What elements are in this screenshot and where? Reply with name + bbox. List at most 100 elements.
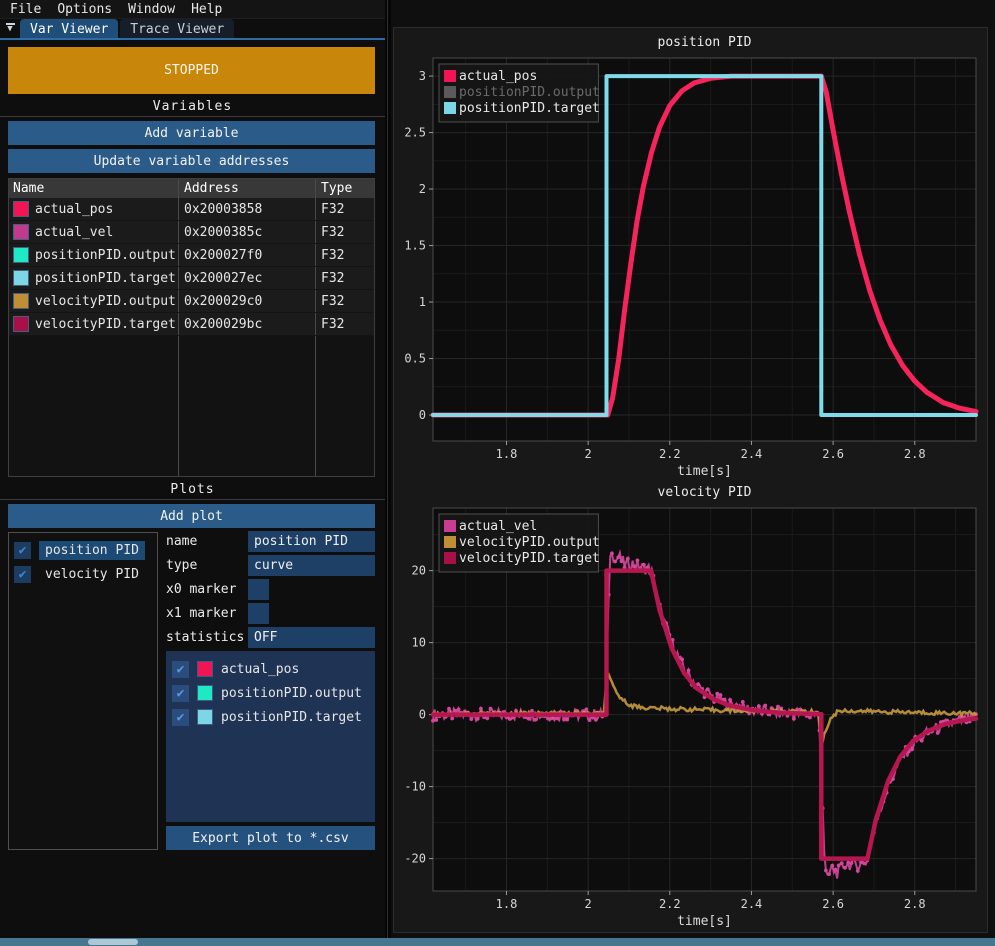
plot-list-item[interactable]: ✔ position PID bbox=[9, 538, 157, 562]
add-plot-button[interactable]: Add plot bbox=[8, 504, 375, 528]
column-header-name[interactable]: Name bbox=[9, 179, 179, 198]
update-variable-addresses-button[interactable]: Update variable addresses bbox=[8, 149, 375, 173]
svg-text:0.5: 0.5 bbox=[404, 352, 426, 366]
menu-file[interactable]: File bbox=[10, 2, 41, 17]
table-row[interactable]: actual_pos 0x20003858 F32 bbox=[9, 198, 374, 221]
svg-text:positionPID.output: positionPID.output bbox=[459, 85, 600, 100]
legend-item-velocityPID.target[interactable]: velocityPID.target bbox=[444, 551, 600, 566]
menu-help[interactable]: Help bbox=[191, 2, 222, 17]
table-row[interactable]: actual_vel 0x2000385c F32 bbox=[9, 221, 374, 244]
plot-visible-checkbox[interactable]: ✔ bbox=[14, 566, 31, 583]
tab-var-viewer[interactable]: Var Viewer bbox=[20, 19, 118, 39]
variable-color-swatch[interactable] bbox=[13, 270, 29, 286]
plot-type-select[interactable]: curve bbox=[248, 555, 375, 576]
variable-type: F32 bbox=[321, 248, 344, 263]
plot-visible-checkbox[interactable]: ✔ bbox=[14, 542, 31, 559]
svg-text:actual_vel: actual_vel bbox=[459, 519, 537, 534]
svg-text:1.5: 1.5 bbox=[404, 239, 426, 253]
svg-text:2.2: 2.2 bbox=[659, 897, 681, 911]
variable-color-swatch[interactable] bbox=[13, 201, 29, 217]
svg-text:2.6: 2.6 bbox=[822, 447, 844, 461]
svg-text:20: 20 bbox=[412, 564, 426, 578]
table-row[interactable]: velocityPID.target 0x200029bc F32 bbox=[9, 313, 374, 336]
variable-type: F32 bbox=[321, 225, 344, 240]
stopped-button[interactable]: STOPPED bbox=[8, 47, 375, 94]
svg-text:0: 0 bbox=[419, 408, 426, 422]
series-color-swatch[interactable] bbox=[197, 685, 213, 701]
property-row-statistics: statistics OFF bbox=[166, 627, 375, 648]
horizontal-scrollbar[interactable] bbox=[0, 938, 995, 946]
series-enabled-checkbox[interactable]: ✔ bbox=[172, 661, 189, 678]
variable-name: actual_pos bbox=[35, 202, 113, 217]
svg-text:2.2: 2.2 bbox=[659, 447, 681, 461]
svg-text:-20: -20 bbox=[404, 852, 426, 866]
svg-text:1.8: 1.8 bbox=[496, 447, 518, 461]
statistics-toggle[interactable]: OFF bbox=[248, 627, 375, 648]
svg-text:2.8: 2.8 bbox=[904, 897, 926, 911]
variable-color-swatch[interactable] bbox=[13, 316, 29, 332]
series-enabled-checkbox[interactable]: ✔ bbox=[172, 685, 189, 702]
series-list-item[interactable]: ✔ positionPID.target bbox=[166, 705, 375, 729]
menu-options[interactable]: Options bbox=[57, 2, 112, 17]
type-label: type bbox=[166, 558, 248, 573]
chart-title: position PID bbox=[658, 35, 752, 50]
x-axis-label: time[s] bbox=[677, 464, 732, 479]
statistics-label: statistics bbox=[166, 630, 248, 645]
svg-text:0: 0 bbox=[419, 708, 426, 722]
svg-text:2.4: 2.4 bbox=[741, 897, 763, 911]
svg-text:velocityPID.output: velocityPID.output bbox=[459, 535, 600, 550]
property-row-type: type curve bbox=[166, 555, 375, 576]
plot-list-item[interactable]: ✔ velocity PID bbox=[9, 562, 157, 586]
series-list-item[interactable]: ✔ actual_pos bbox=[166, 657, 375, 681]
column-header-type[interactable]: Type bbox=[316, 179, 374, 198]
velocity-pid-chart[interactable]: 1.822.22.42.62.8-20-1001020velocity PIDt… bbox=[394, 484, 988, 934]
table-row[interactable]: velocityPID.output 0x200029c0 F32 bbox=[9, 290, 374, 313]
left-panel: File Options Window Help ▼ Var Viewer Tr… bbox=[0, 0, 385, 946]
tab-trace-viewer-label: Trace Viewer bbox=[130, 22, 224, 37]
variable-color-swatch[interactable] bbox=[13, 247, 29, 263]
tab-trace-viewer[interactable]: Trace Viewer bbox=[120, 19, 234, 39]
app-window: File Options Window Help ▼ Var Viewer Tr… bbox=[0, 0, 995, 946]
plots-section-header: Plots bbox=[0, 482, 385, 497]
right-panel: 1.822.22.42.62.800.511.522.53position PI… bbox=[391, 0, 995, 946]
svg-text:2.8: 2.8 bbox=[904, 447, 926, 461]
series-list-item[interactable]: ✔ positionPID.output bbox=[166, 681, 375, 705]
svg-text:-10: -10 bbox=[404, 780, 426, 794]
table-row[interactable]: positionPID.target 0x200027ec F32 bbox=[9, 267, 374, 290]
series-color-swatch[interactable] bbox=[197, 709, 213, 725]
variable-address: 0x200029c0 bbox=[184, 294, 262, 309]
plot-name-input[interactable]: position PID bbox=[248, 531, 375, 552]
series-enabled-checkbox[interactable]: ✔ bbox=[172, 709, 189, 726]
tab-underline bbox=[0, 38, 385, 40]
column-header-address[interactable]: Address bbox=[179, 179, 316, 198]
series-name: positionPID.output bbox=[221, 686, 362, 701]
table-row[interactable]: positionPID.output 0x200027f0 F32 bbox=[9, 244, 374, 267]
property-row-name: name position PID bbox=[166, 531, 375, 552]
variable-type: F32 bbox=[321, 317, 344, 332]
charts-container: 1.822.22.42.62.800.511.522.53position PI… bbox=[393, 27, 988, 933]
svg-text:1: 1 bbox=[419, 295, 426, 309]
x1-marker-checkbox[interactable] bbox=[248, 603, 269, 624]
x0-marker-checkbox[interactable] bbox=[248, 579, 269, 600]
svg-text:10: 10 bbox=[412, 636, 426, 650]
divider-line bbox=[0, 499, 385, 500]
legend-item-positionPID.output[interactable]: positionPID.output bbox=[444, 85, 600, 100]
variable-name: actual_vel bbox=[35, 225, 113, 240]
add-variable-button[interactable]: Add variable bbox=[8, 121, 375, 145]
series-color-swatch[interactable] bbox=[197, 661, 213, 677]
variable-name: velocityPID.target bbox=[35, 317, 176, 332]
variable-color-swatch[interactable] bbox=[13, 224, 29, 240]
collapse-arrow-icon[interactable]: ▼ bbox=[0, 19, 20, 39]
menu-window[interactable]: Window bbox=[128, 2, 175, 17]
legend-item-velocityPID.output[interactable]: velocityPID.output bbox=[444, 535, 600, 550]
position-pid-chart[interactable]: 1.822.22.42.62.800.511.522.53position PI… bbox=[394, 28, 988, 484]
export-csv-button[interactable]: Export plot to *.csv bbox=[166, 826, 375, 850]
variables-section-header: Variables bbox=[0, 99, 385, 114]
variable-address: 0x20003858 bbox=[184, 202, 262, 217]
property-row-x1-marker: x1 marker bbox=[166, 603, 375, 624]
variables-table: Name Address Type actual_pos 0x20003858 … bbox=[8, 178, 375, 477]
variable-color-swatch[interactable] bbox=[13, 293, 29, 309]
legend-item-positionPID.target[interactable]: positionPID.target bbox=[444, 101, 600, 116]
svg-text:2.5: 2.5 bbox=[404, 126, 426, 140]
scrollbar-thumb[interactable] bbox=[88, 939, 138, 945]
